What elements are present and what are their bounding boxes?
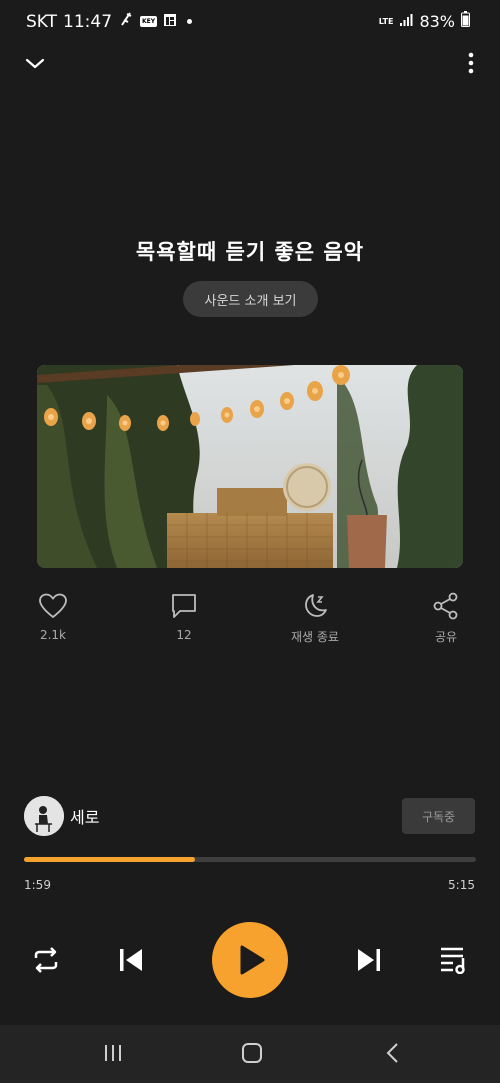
home-icon — [242, 1043, 262, 1063]
chevron-down-icon — [25, 58, 45, 69]
repeat-button[interactable] — [30, 945, 62, 979]
battery-icon — [461, 11, 470, 31]
skip-next-icon — [358, 949, 380, 971]
playback-controls — [0, 922, 500, 998]
comment-count: 12 — [176, 628, 192, 642]
heart-icon — [39, 593, 67, 618]
status-right: LTE 83% — [379, 11, 470, 31]
artist-name[interactable]: 세로 — [70, 804, 99, 828]
top-bar — [0, 44, 500, 80]
signal-icon — [399, 12, 413, 31]
more-vert-icon — [468, 52, 474, 74]
share-button[interactable]: 공유 — [401, 592, 491, 645]
action-row: 2.1k 12 재생 종료 공유 — [0, 592, 500, 652]
home-button[interactable] — [241, 1042, 263, 1068]
key-icon: KEY — [140, 16, 158, 27]
current-time: 1:59 — [24, 878, 51, 892]
play-icon — [240, 945, 265, 975]
network-label: LTE — [378, 16, 394, 26]
like-count: 2.1k — [39, 628, 67, 642]
back-icon — [386, 1043, 398, 1063]
layout-icon — [163, 12, 177, 32]
comment-icon — [172, 594, 196, 618]
album-artwork — [37, 365, 463, 568]
comment-button[interactable]: 12 — [139, 592, 229, 642]
collapse-button[interactable] — [22, 50, 48, 76]
share-label: 공유 — [434, 630, 458, 644]
moon-zz-icon — [305, 594, 327, 617]
sleep-timer-button[interactable]: 재생 종료 — [270, 592, 360, 645]
carrier-label: SKT — [26, 11, 58, 32]
back-button[interactable] — [384, 1042, 402, 1068]
clock: 11:47 — [63, 11, 113, 32]
progress-bar[interactable] — [24, 857, 476, 862]
recent-apps-icon — [105, 1045, 121, 1061]
sound-intro-button[interactable]: 사운드 소개 보기 — [183, 281, 318, 317]
more-options-button[interactable] — [464, 48, 478, 76]
notification-dot-icon — [187, 19, 193, 24]
status-bar: SKT 11:47 KEY LTE 83% — [0, 0, 500, 42]
playlist-button[interactable] — [439, 946, 469, 978]
system-nav-bar — [0, 1025, 500, 1083]
repeat-icon — [34, 947, 58, 973]
subscribe-button[interactable]: 구독중 — [402, 798, 475, 834]
battery-percent: 83% — [419, 11, 455, 31]
previous-button[interactable] — [118, 947, 144, 977]
avatar[interactable] — [24, 796, 64, 836]
status-left: SKT 11:47 KEY — [26, 11, 193, 32]
total-time: 5:15 — [448, 878, 475, 892]
artist-info[interactable]: 세로 — [24, 796, 99, 836]
play-button[interactable] — [212, 922, 288, 998]
skip-previous-icon — [120, 949, 142, 971]
usb-icon — [118, 11, 134, 32]
progress-fill — [24, 857, 195, 862]
recent-apps-button[interactable] — [103, 1042, 123, 1068]
share-icon — [433, 592, 458, 620]
sleep-timer-label: 재생 종료 — [291, 630, 339, 644]
playlist-icon — [441, 947, 465, 975]
track-title: 목욕할때 듣기 좋은 음악 — [135, 240, 365, 264]
like-button[interactable]: 2.1k — [8, 592, 98, 642]
next-button[interactable] — [356, 947, 382, 977]
